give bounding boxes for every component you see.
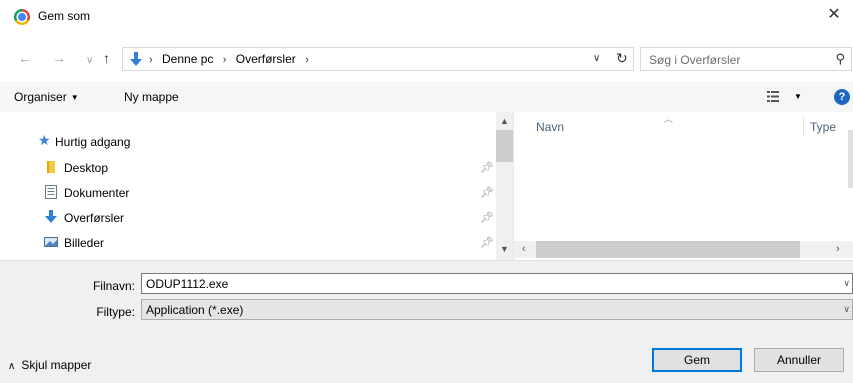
navigation-pane: ★ Hurtig adgang Desktop 📌︎ Dokumenter 📌︎… [0,112,496,260]
chevron-down-icon[interactable]: ∨ [843,278,850,289]
close-icon[interactable]: ✕ [823,5,845,27]
column-header-name[interactable]: Navn [536,120,564,134]
command-bar: Organiser ▼ Ny mappe ▼ ? [0,82,853,112]
nav-item-label: Desktop [64,161,109,175]
breadcrumb-item[interactable]: Overførsler [236,52,296,66]
search-input[interactable]: Søg i Overførsler ⚲ [640,47,852,71]
nav-item-documents[interactable]: Dokumenter 📌︎ [0,182,496,204]
up-arrow-icon[interactable]: ↑ [103,50,110,66]
filetype-label: Filtype: [96,305,135,319]
breadcrumb-item[interactable]: Denne pc [162,52,213,66]
scroll-down-icon[interactable]: ▼ [500,244,509,254]
cancel-button[interactable]: Annuller [754,348,844,372]
address-dropdown-icon[interactable]: ∨ [593,53,600,64]
chevron-down-icon[interactable]: ∨ [843,304,850,315]
file-list-scrollbar[interactable] [848,130,853,188]
hide-folders-label: Skjul mapper [21,358,92,372]
save-button[interactable]: Gem [652,348,742,372]
pictures-icon [44,237,58,247]
save-form: Filnavn: ODUP1112.exe ∨ Filtype: Applica… [0,260,853,383]
pin-icon[interactable]: 📌︎ [480,186,494,199]
filename-label: Filnavn: [92,279,135,293]
scroll-left-icon[interactable]: ‹ [522,243,526,255]
breadcrumb-chevron-icon[interactable]: › [149,54,153,66]
breadcrumb-chevron-icon[interactable]: › [223,54,227,66]
file-list: Navn ︿ Type ‹ › [513,112,853,260]
refresh-icon[interactable]: ↻ [616,50,628,67]
filename-field[interactable]: ODUP1112.exe ∨ [141,273,853,294]
chrome-logo-icon [14,9,30,25]
pin-icon[interactable]: 📌︎ [480,211,494,224]
pin-icon[interactable]: 📌︎ [480,161,494,174]
recent-locations-chevron-icon[interactable]: ∨ [86,53,93,69]
address-bar[interactable]: › Denne pc › Overførsler › ∨ ↻ [122,47,634,71]
title-bar: Gem som ✕ [0,0,853,34]
chevron-up-icon: ∧ [8,361,16,372]
filename-value: ODUP1112.exe [146,277,229,291]
nav-item-quick-access[interactable]: ★ Hurtig adgang [0,131,496,153]
nav-item-label: Overførsler [64,211,124,225]
nav-item-pictures[interactable]: Billeder 📌︎ [0,232,496,254]
nav-item-desktop[interactable]: Desktop 📌︎ [0,157,496,179]
nav-item-label: Dokumenter [64,186,130,200]
star-icon: ★ [38,132,51,148]
view-dropdown-icon[interactable]: ▼ [794,92,802,101]
filetype-value: Application (*.exe) [146,303,244,317]
window-title: Gem som [38,9,91,23]
breadcrumb-chevron-icon[interactable]: › [305,54,309,66]
navigation-scrollbar[interactable]: ▲ ▼ [496,112,513,260]
search-placeholder: Søg i Overførsler [649,53,741,67]
pin-icon[interactable]: 📌︎ [480,236,494,249]
download-folder-icon [130,52,142,66]
hide-folders-button[interactable]: ∧ Skjul mapper [8,358,91,372]
search-icon[interactable]: ⚲ [835,51,845,67]
address-row: ← → ∨ ↑ › Denne pc › Overførsler › ∨ ↻ S… [0,44,853,74]
folder-icon [47,161,55,173]
nav-item-downloads[interactable]: Overførsler 📌︎ [0,207,496,229]
column-divider[interactable] [803,116,804,136]
organize-button[interactable]: Organiser ▼ [14,90,79,104]
help-icon[interactable]: ? [834,89,850,105]
new-folder-button[interactable]: Ny mappe [124,90,179,104]
scroll-up-icon[interactable]: ▲ [500,116,509,126]
scrollbar-thumb[interactable] [496,130,513,162]
sort-ascending-icon: ︿ [664,114,674,124]
column-header-type[interactable]: Type [810,120,836,134]
view-options-icon[interactable] [767,91,779,102]
back-arrow-icon[interactable]: ← [18,50,32,66]
document-icon [45,185,57,199]
scrollbar-thumb[interactable] [536,241,800,258]
nav-item-label: Billeder [64,236,105,250]
organize-label: Organiser [14,90,67,104]
nav-item-label: Hurtig adgang [55,135,131,149]
horizontal-scrollbar[interactable]: ‹ › [514,241,853,258]
breadcrumb: › Denne pc › Overførsler › [149,52,315,66]
download-arrow-icon [45,210,57,223]
caret-down-icon: ▼ [70,93,79,103]
filetype-select[interactable]: Application (*.exe) ∨ [141,299,853,320]
forward-arrow-icon[interactable]: → [52,50,66,66]
scroll-right-icon[interactable]: › [836,243,840,255]
